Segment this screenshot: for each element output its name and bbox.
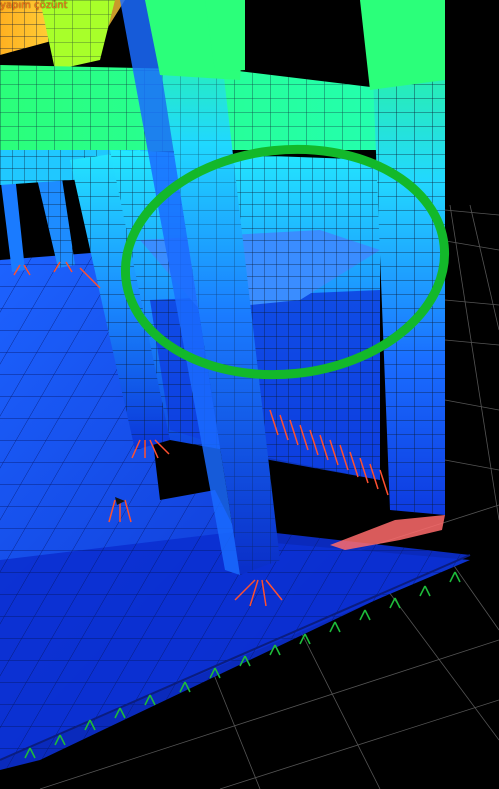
fem-3d-viewport[interactable] xyxy=(0,0,499,789)
right-column-top xyxy=(360,0,445,90)
